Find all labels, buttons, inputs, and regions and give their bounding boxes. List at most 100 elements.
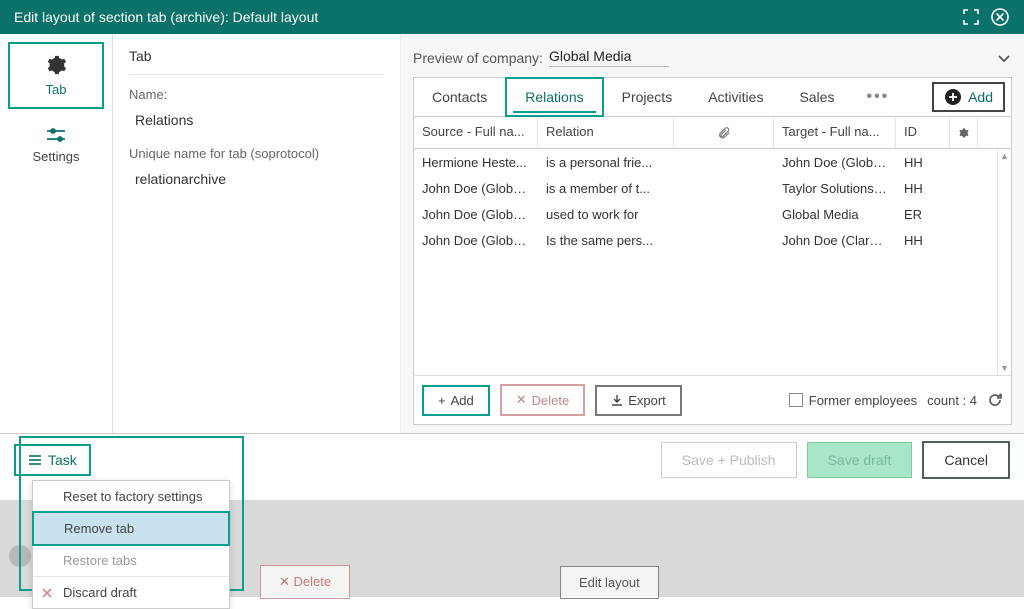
menu-restore-tabs[interactable]: Restore tabs (33, 545, 229, 576)
menu-icon (28, 454, 42, 466)
gear-icon (958, 126, 969, 140)
col-target[interactable]: Target - Full na... (774, 117, 896, 148)
refresh-icon[interactable] (987, 392, 1003, 408)
table-row[interactable]: John Doe (Globa...is a member of t... Tay… (414, 175, 997, 201)
bottom-bar: Task Save + Publish Save draft Cancel (0, 434, 1024, 486)
nav-item-tab[interactable]: Tab (8, 42, 104, 109)
col-settings[interactable] (950, 117, 978, 148)
scroll-up-icon[interactable]: ▲ (1000, 151, 1009, 161)
chevron-down-icon[interactable] (996, 50, 1012, 66)
cell-source: John Doe (Globa... (414, 203, 538, 226)
delete-row-label: Delete (532, 393, 570, 408)
main-area: Tab Settings Tab Name: Relations Unique … (0, 34, 1024, 434)
table-body: Hermione Heste...is a personal frie...Jo… (414, 149, 997, 375)
name-label: Name: (129, 87, 384, 102)
export-button[interactable]: Export (595, 385, 682, 416)
tab-projects[interactable]: Projects (604, 78, 691, 116)
tab-contacts[interactable]: Contacts (414, 78, 505, 116)
export-label: Export (628, 393, 666, 408)
left-nav: Tab Settings (0, 34, 113, 433)
preview-panel: Preview of company: Global Media Contact… (401, 34, 1024, 433)
cell-attachment (674, 158, 774, 166)
task-button[interactable]: Task (14, 444, 91, 476)
nav-item-label: Settings (33, 149, 80, 164)
cell-source: John Doe (Globa... (414, 177, 538, 200)
close-icon[interactable] (990, 7, 1010, 27)
scrollbar[interactable]: ▲ ▼ (997, 149, 1011, 375)
tab-more-icon[interactable]: ••• (852, 88, 903, 106)
cell-relation: is a personal frie... (538, 151, 674, 174)
task-label: Task (48, 452, 77, 468)
x-icon: ✕ (516, 392, 527, 408)
checkbox-icon (789, 393, 803, 407)
preview-tab-bar: Contacts Relations Projects Activities S… (413, 77, 1012, 117)
cancel-button[interactable]: Cancel (922, 441, 1010, 479)
panel-heading: Tab (129, 48, 384, 75)
cell-target: Global Media (774, 203, 896, 226)
table-footer: + Add ✕ Delete Export Former employees c… (414, 375, 1011, 424)
cell-attachment (674, 236, 774, 244)
add-tab-button[interactable]: Add (932, 82, 1005, 112)
unique-value[interactable]: relationarchive (129, 171, 384, 187)
cell-attachment (674, 184, 774, 192)
nav-item-label: Tab (46, 82, 67, 97)
delete-row-button[interactable]: ✕ Delete (500, 384, 585, 416)
add-row-label: Add (451, 393, 474, 408)
former-employees-label: Former employees (809, 393, 917, 408)
avatar-icon (9, 545, 31, 567)
tab-relations[interactable]: Relations (505, 77, 603, 117)
cell-id: ER (896, 203, 950, 226)
table-row[interactable]: John Doe (Globa...used to work for Global… (414, 201, 997, 227)
unique-label: Unique name for tab (soprotocol) (129, 146, 384, 161)
download-icon (611, 394, 623, 406)
cell-relation: used to work for (538, 203, 674, 226)
nav-item-settings[interactable]: Settings (8, 117, 104, 174)
cell-target: Taylor Solutions,... (774, 177, 896, 200)
cell-id: HH (896, 151, 950, 174)
cell-id: HH (896, 229, 950, 252)
save-publish-button[interactable]: Save + Publish (661, 442, 797, 478)
cell-relation: Is the same pers... (538, 229, 674, 252)
preview-company-name[interactable]: Global Media (549, 48, 669, 67)
relations-table: Source - Full na... Relation Target - Fu… (413, 117, 1012, 425)
menu-remove-tab[interactable]: Remove tab (32, 511, 230, 546)
preview-header: Preview of company: Global Media (413, 48, 1012, 67)
tab-activities[interactable]: Activities (690, 78, 781, 116)
paperclip-icon (717, 126, 731, 140)
cell-id: HH (896, 177, 950, 200)
menu-discard-draft[interactable]: Discard draft (33, 577, 229, 608)
preview-label: Preview of company: (413, 50, 543, 66)
cell-target: John Doe (Clark ... (774, 229, 896, 252)
col-source[interactable]: Source - Full na... (414, 117, 538, 148)
scroll-down-icon[interactable]: ▼ (1000, 363, 1009, 373)
tab-sales[interactable]: Sales (781, 78, 852, 116)
dialog-header: Edit layout of section tab (archive): De… (0, 0, 1024, 34)
add-row-button[interactable]: + Add (422, 385, 490, 416)
save-draft-button[interactable]: Save draft (807, 442, 913, 478)
menu-reset[interactable]: Reset to factory settings (33, 481, 229, 512)
cell-relation: is a member of t... (538, 177, 674, 200)
table-header: Source - Full na... Relation Target - Fu… (414, 117, 1011, 149)
plus-icon: + (438, 393, 446, 408)
col-attachment[interactable] (674, 117, 774, 148)
name-value[interactable]: Relations (129, 112, 384, 128)
task-menu: Reset to factory settings Remove tab Res… (32, 480, 230, 609)
col-relation[interactable]: Relation (538, 117, 674, 148)
cell-source: John Doe (Globa... (414, 229, 538, 252)
properties-panel: Tab Name: Relations Unique name for tab … (113, 34, 401, 433)
fullscreen-icon[interactable] (962, 8, 980, 26)
former-employees-checkbox[interactable]: Former employees (789, 393, 917, 408)
col-id[interactable]: ID (896, 117, 950, 148)
table-row[interactable]: John Doe (Globa...Is the same pers... Joh… (414, 227, 997, 253)
plus-circle-icon (944, 88, 962, 106)
sliders-icon (45, 127, 67, 143)
table-row[interactable]: Hermione Heste...is a personal frie... Jo… (414, 149, 997, 175)
cell-target: John Doe (Globa... (774, 151, 896, 174)
backdrop-edit-button: Edit layout (560, 566, 659, 599)
row-count-label: count : 4 (927, 393, 977, 408)
backdrop-delete-button: ✕ Delete (260, 565, 350, 599)
gear-icon (45, 54, 67, 76)
dialog-title: Edit layout of section tab (archive): De… (14, 9, 318, 25)
add-tab-label: Add (968, 89, 993, 105)
cell-source: Hermione Heste... (414, 151, 538, 174)
